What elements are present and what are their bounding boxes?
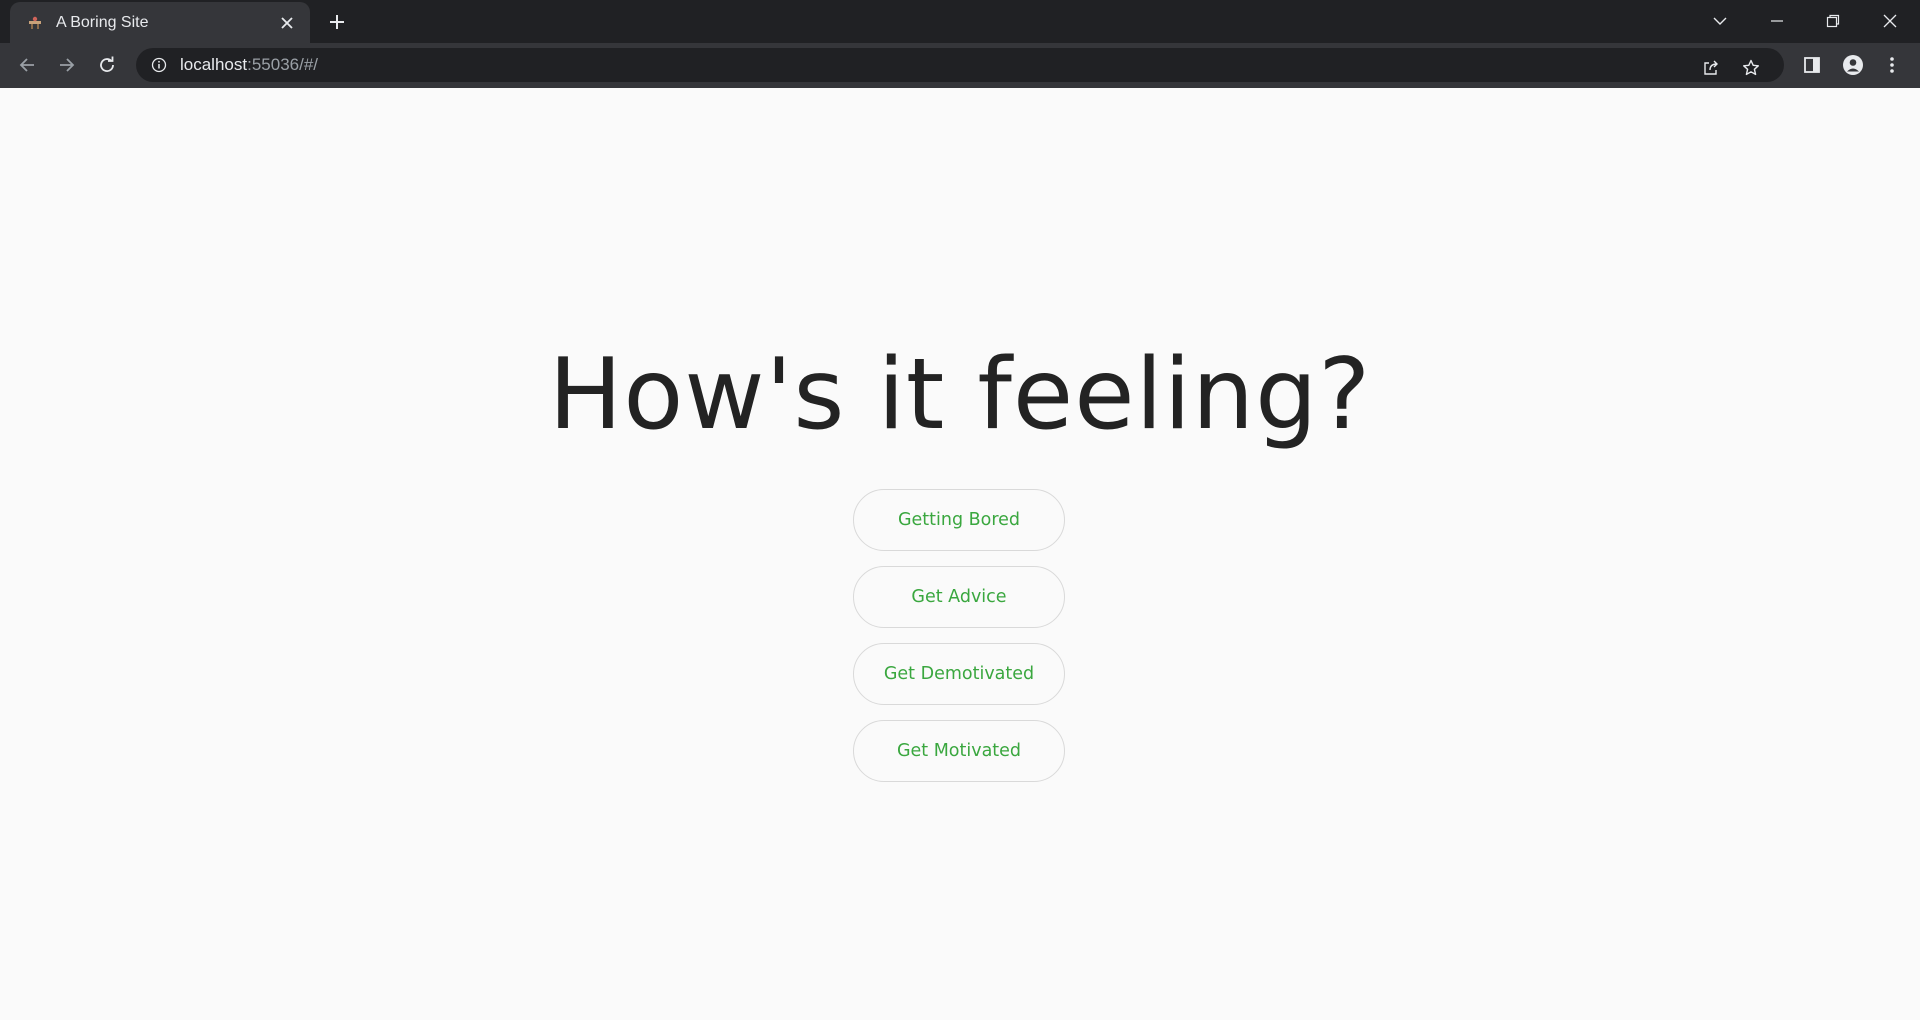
browser-toolbar: localhost:55036/#/ xyxy=(0,43,1920,88)
close-icon[interactable] xyxy=(276,12,298,34)
plus-icon[interactable] xyxy=(325,10,349,34)
info-icon[interactable] xyxy=(150,56,168,74)
url-host: localhost xyxy=(180,55,248,74)
minimize-icon[interactable] xyxy=(1757,6,1797,36)
chevron-down-icon[interactable] xyxy=(1700,6,1740,36)
get-motivated-button[interactable]: Get Motivated xyxy=(853,720,1065,782)
reload-icon[interactable] xyxy=(91,49,123,81)
star-icon[interactable] xyxy=(1736,53,1766,83)
getting-bored-button[interactable]: Getting Bored xyxy=(853,489,1065,551)
get-demotivated-button[interactable]: Get Demotivated xyxy=(853,643,1065,705)
arrow-left-icon[interactable] xyxy=(11,49,43,81)
page-content: How's it feeling? Getting Bored Get Advi… xyxy=(0,88,1920,1020)
site-favicon-icon xyxy=(26,14,44,32)
arrow-right-icon[interactable] xyxy=(51,49,83,81)
action-buttons: Getting Bored Get Advice Get Demotivated… xyxy=(853,489,1065,797)
kebab-menu-icon[interactable] xyxy=(1876,49,1908,81)
browser-tab[interactable]: A Boring Site xyxy=(10,2,310,43)
url-path: :55036/#/ xyxy=(247,55,319,74)
profile-icon[interactable] xyxy=(1837,49,1869,81)
restore-icon[interactable] xyxy=(1813,6,1853,36)
page-title: How's it feeling? xyxy=(548,338,1372,452)
tab-title: A Boring Site xyxy=(56,13,149,31)
get-advice-button[interactable]: Get Advice xyxy=(853,566,1065,628)
address-bar[interactable]: localhost:55036/#/ xyxy=(136,48,1784,82)
close-window-icon[interactable] xyxy=(1870,6,1910,36)
browser-tabstrip: A Boring Site xyxy=(0,0,1920,43)
share-icon[interactable] xyxy=(1696,53,1726,83)
side-panel-icon[interactable] xyxy=(1796,49,1828,81)
